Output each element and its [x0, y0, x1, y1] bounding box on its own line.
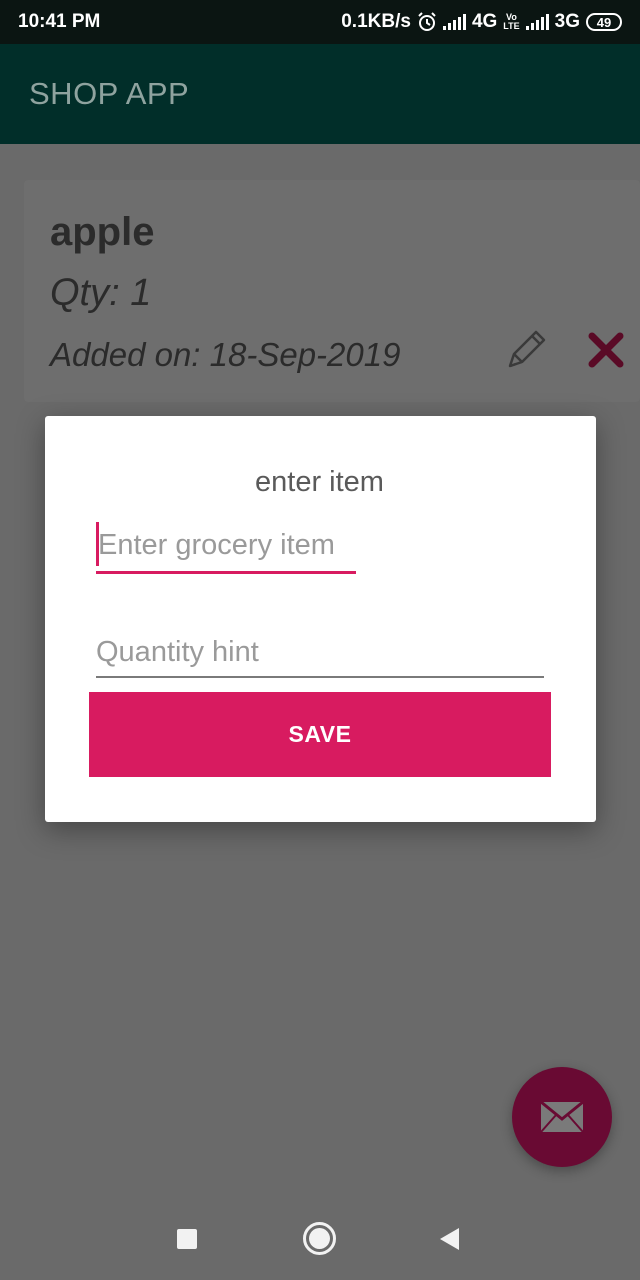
item-name: apple: [50, 210, 155, 254]
app-title: SHOP APP: [29, 76, 190, 111]
status-icons: 0.1KB/s 4G Vo LTE 3G 49: [341, 11, 622, 33]
save-button[interactable]: SAVE: [89, 692, 551, 777]
back-icon[interactable]: [440, 1228, 459, 1250]
status-time: 10:41 PM: [18, 11, 101, 32]
navigation-bar: [0, 1200, 640, 1280]
pencil-icon[interactable]: [502, 326, 550, 374]
grocery-item-underline: [96, 571, 356, 574]
grocery-item-placeholder: Enter grocery item: [98, 529, 335, 561]
item-added-date: Added on: 18-Sep-2019: [50, 336, 401, 373]
status-bar: 10:41 PM 0.1KB/s 4G Vo LTE 3G 49: [0, 0, 640, 44]
quantity-input[interactable]: Quantity hint: [96, 632, 544, 678]
volte-icon: Vo LTE: [503, 13, 519, 31]
recents-icon[interactable]: [177, 1229, 197, 1249]
app-bar: SHOP APP: [0, 44, 640, 144]
mail-icon: [540, 1101, 584, 1133]
list-item[interactable]: apple Qty: 1 Added on: 18-Sep-2019: [24, 180, 640, 402]
close-icon[interactable]: [588, 332, 624, 368]
dialog-title: enter item: [255, 466, 384, 498]
volte-bottom: LTE: [503, 21, 520, 31]
add-item-dialog: enter item Enter grocery item Quantity h…: [45, 416, 596, 822]
net-speed: 0.1KB/s: [341, 11, 411, 32]
battery-icon: 49: [586, 13, 622, 31]
battery-level: 49: [596, 14, 612, 30]
grocery-item-input[interactable]: Enter grocery item: [96, 520, 356, 574]
compose-fab[interactable]: [512, 1067, 612, 1167]
signal-icon: [442, 14, 466, 30]
signal-icon-2: [525, 14, 549, 30]
home-icon[interactable]: [303, 1222, 336, 1255]
text-cursor: [96, 522, 99, 566]
alarm-icon: [418, 12, 436, 31]
quantity-underline: [96, 676, 544, 678]
quantity-placeholder: Quantity hint: [96, 636, 259, 668]
item-quantity: Qty: 1: [50, 272, 152, 314]
network-type-2: 3G: [554, 11, 580, 32]
network-type-1: 4G: [471, 11, 498, 32]
